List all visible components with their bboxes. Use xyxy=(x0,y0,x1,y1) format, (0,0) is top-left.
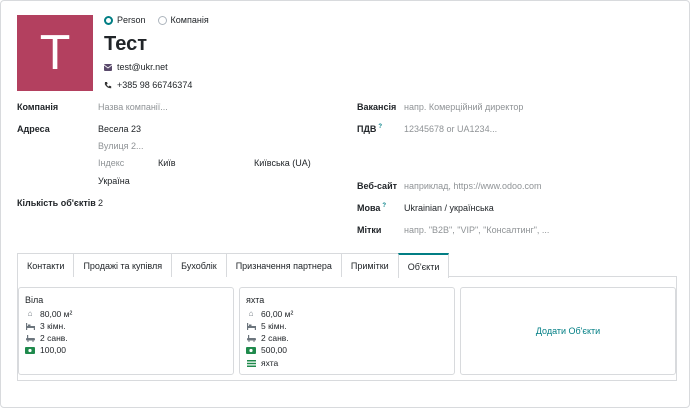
zip-input[interactable]: Індекс xyxy=(98,158,124,168)
object-area: 60,00 м² xyxy=(261,309,294,319)
object-card[interactable]: яхта ⌂ 60,00 м² 5 кімн. 2 санв. 500,00 я… xyxy=(239,287,455,375)
tab-notes[interactable]: Примітки xyxy=(340,253,399,277)
website-input[interactable]: наприклад, https://www.odoo.com xyxy=(404,181,541,191)
vat-input[interactable]: 12345678 or UA1234... xyxy=(404,124,497,134)
tab-objects[interactable]: Об'єкти xyxy=(397,253,450,278)
company-label: Компанія xyxy=(17,102,59,112)
object-baths-row: 2 санв. xyxy=(25,333,68,343)
notebook-tabs: Контакти Продажі та купівля Бухоблік При… xyxy=(17,253,677,278)
object-price-row: 500,00 xyxy=(246,345,287,355)
tags-input[interactable]: напр. "B2B", "VIP", "Консалтинг", ... xyxy=(404,225,549,235)
address-label: Адреса xyxy=(17,124,50,134)
country-select[interactable]: Україна xyxy=(98,176,130,186)
object-area: 80,00 м² xyxy=(40,309,73,319)
city-input[interactable]: Київ xyxy=(158,158,176,168)
avatar[interactable]: Т xyxy=(17,15,93,91)
object-title: яхта xyxy=(246,295,265,305)
money-icon xyxy=(246,346,256,354)
add-objects-button[interactable]: Додати Об'єкти xyxy=(536,326,600,336)
phone-field[interactable]: +385 98 66746374 xyxy=(117,80,192,90)
job-input[interactable]: напр. Комерційний директор xyxy=(404,102,523,112)
email-field[interactable]: test@ukr.net xyxy=(117,62,168,72)
phone-icon xyxy=(104,81,112,89)
object-price: 100,00 xyxy=(40,345,66,355)
partner-name-field[interactable]: Тест xyxy=(104,33,147,56)
avatar-letter: Т xyxy=(40,26,70,80)
tab-sales-purchase[interactable]: Продажі та купівля xyxy=(73,253,173,277)
tags-label: Мітки xyxy=(357,225,382,235)
object-price: 500,00 xyxy=(261,345,287,355)
job-label: Вакансія xyxy=(357,102,397,112)
vat-label: ПДВ? xyxy=(357,124,383,134)
object-area-row: ⌂ 80,00 м² xyxy=(25,309,73,319)
radio-company-label[interactable]: Компанія xyxy=(171,15,209,25)
bath-icon xyxy=(246,334,256,342)
object-price-row: 100,00 xyxy=(25,345,66,355)
object-rooms-row: 5 кімн. xyxy=(246,321,287,331)
list-icon xyxy=(246,359,256,367)
object-type-row: яхта xyxy=(246,358,278,368)
objects-count-value: 2 xyxy=(98,198,104,208)
object-baths: 2 санв. xyxy=(40,333,68,343)
company-type-selector: Person Компанія xyxy=(104,15,217,25)
object-title: Віла xyxy=(25,295,44,305)
tab-contacts[interactable]: Контакти xyxy=(17,253,75,277)
radio-person[interactable] xyxy=(104,15,113,25)
object-area-row: ⌂ 60,00 м² xyxy=(246,309,294,319)
tab-accounting[interactable]: Бухоблік xyxy=(171,253,227,277)
bed-icon xyxy=(25,322,35,330)
partner-form-sheet: Т Person Компанія Тест test@ukr.net +385… xyxy=(0,0,690,408)
bed-icon xyxy=(246,322,256,330)
street2-input[interactable]: Вулиця 2... xyxy=(98,141,144,151)
state-select[interactable]: Київська (UA) xyxy=(254,158,311,168)
object-type: яхта xyxy=(261,358,279,368)
envelope-icon xyxy=(104,63,112,71)
add-objects-card[interactable]: Додати Об'єкти xyxy=(460,287,676,375)
object-baths-row: 2 санв. xyxy=(246,333,289,343)
help-icon[interactable]: ? xyxy=(378,124,382,130)
phone-row: +385 98 66746374 xyxy=(104,80,192,90)
bath-icon xyxy=(25,334,35,342)
home-icon: ⌂ xyxy=(248,309,254,318)
email-row: test@ukr.net xyxy=(104,62,168,72)
radio-company[interactable] xyxy=(157,15,167,25)
object-rooms: 3 кімн. xyxy=(40,321,66,331)
lang-label: Мова? xyxy=(357,203,387,213)
radio-person-label[interactable]: Person xyxy=(117,15,146,25)
help-icon[interactable]: ? xyxy=(382,203,386,209)
object-rooms: 5 кімн. xyxy=(261,321,287,331)
street-input[interactable]: Весела 23 xyxy=(98,124,141,134)
object-card[interactable]: Віла ⌂ 80,00 м² 3 кімн. 2 санв. 100,00 xyxy=(18,287,234,375)
object-baths: 2 санв. xyxy=(261,333,289,343)
money-icon xyxy=(25,346,35,354)
tab-partner-assignment[interactable]: Призначення партнера xyxy=(225,253,342,277)
company-input[interactable]: Назва компанії... xyxy=(98,102,168,112)
lang-select[interactable]: Ukrainian / українська xyxy=(404,203,494,213)
home-icon: ⌂ xyxy=(27,309,33,318)
website-label: Веб-сайт xyxy=(357,181,398,191)
objects-count-label: Кількість об'єктів xyxy=(17,198,96,208)
object-rooms-row: 3 кімн. xyxy=(25,321,66,331)
